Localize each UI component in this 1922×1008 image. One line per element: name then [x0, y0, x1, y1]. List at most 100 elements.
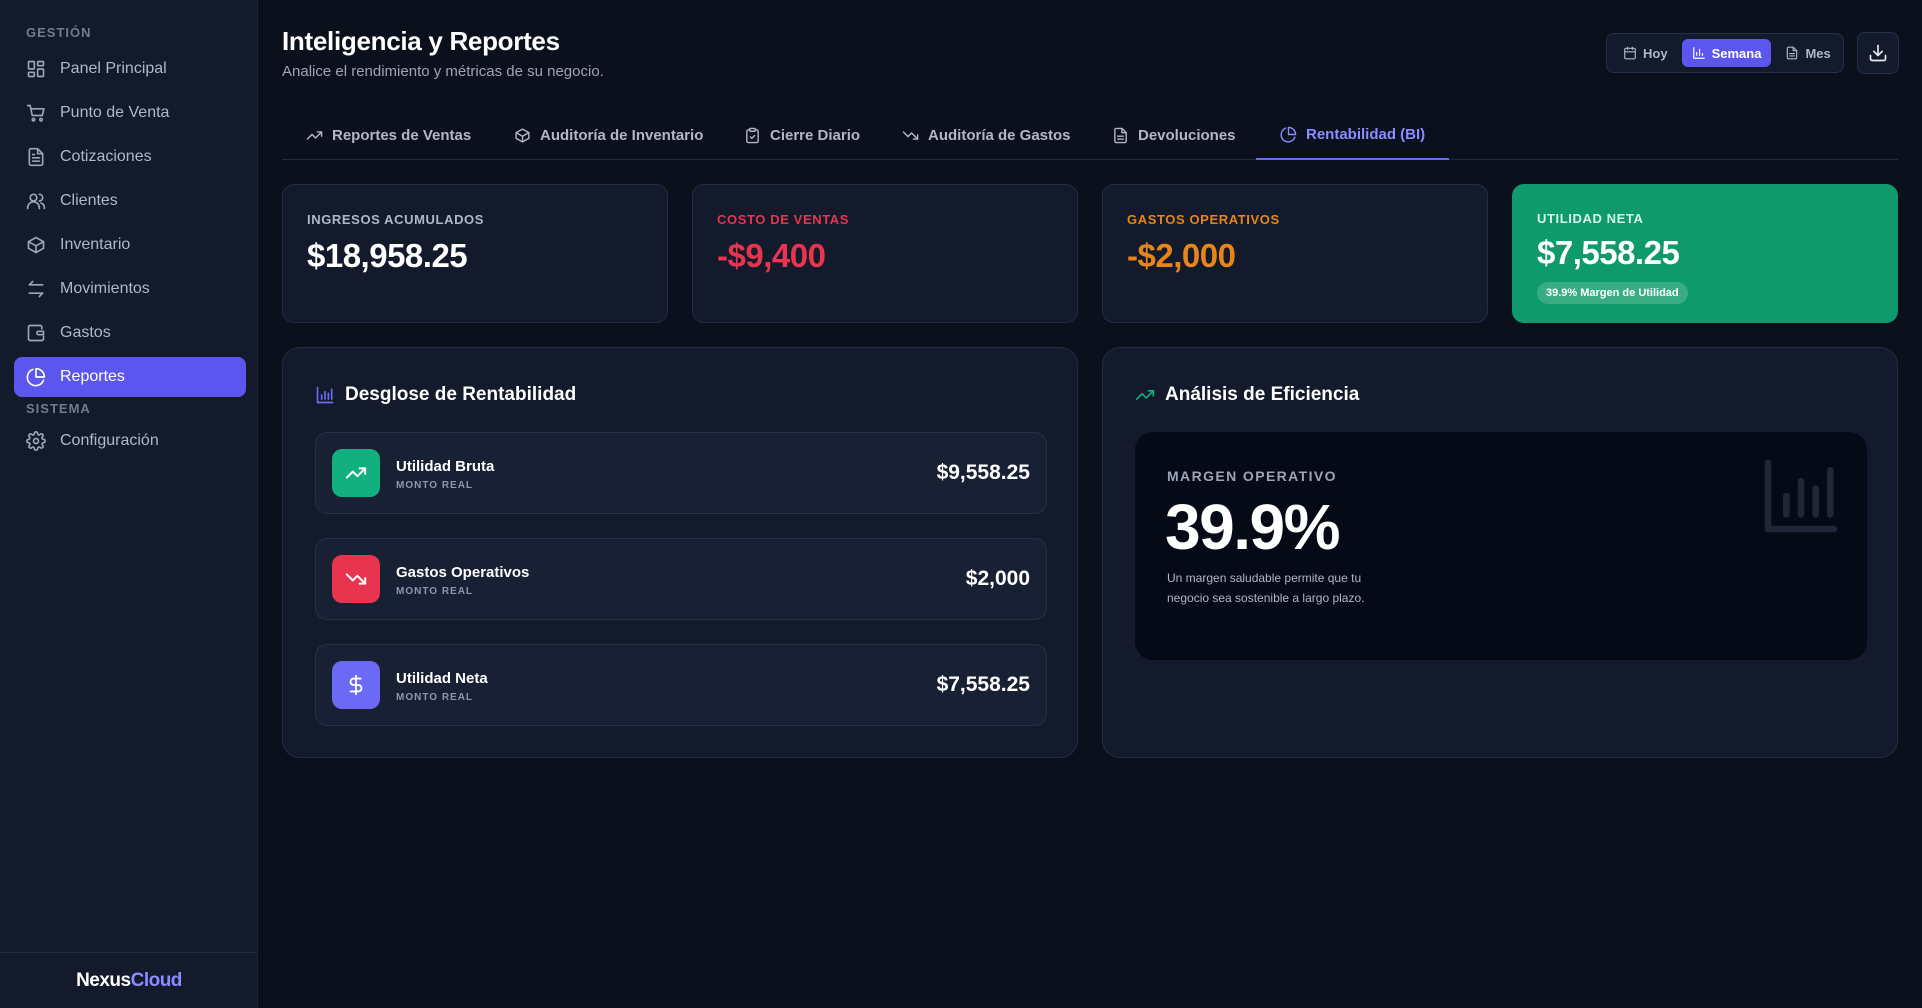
- row-icon-box: [332, 555, 380, 603]
- tab-label: Auditoría de Inventario: [540, 126, 704, 144]
- kpi-gastos-label: GASTOS OPERATIVOS: [1127, 212, 1280, 227]
- row-amount: $9,558.25: [936, 461, 1030, 484]
- operating-margin-note: Un margen saludable permite que tu negoc…: [1167, 571, 1365, 605]
- kpi-costo-card: COSTO DE VENTAS -$9,400: [692, 184, 1078, 323]
- sidebar-item-punto-de-venta[interactable]: Punto de Venta: [14, 93, 246, 133]
- brand-part2: Cloud: [130, 969, 183, 991]
- sidebar-item-label: Punto de Venta: [60, 104, 170, 121]
- sidebar-item-label: Movimientos: [60, 280, 150, 297]
- efficiency-title-text: Análisis de Eficiencia: [1165, 384, 1360, 405]
- sidebar-item-panel-principal[interactable]: Panel Principal: [14, 49, 246, 89]
- wallet-icon: [27, 324, 45, 342]
- kpi-ingresos-card: INGRESOS ACUMULADOS $18,958.25: [282, 184, 668, 323]
- range-month-button[interactable]: Mes: [1775, 39, 1840, 67]
- row-sub: MONTO REAL: [396, 586, 474, 597]
- sidebar-item-label: Clientes: [60, 192, 118, 209]
- breakdown-row-utilidad-bruta: Utilidad Bruta MONTO REAL $9,558.25: [315, 432, 1047, 514]
- range-month-label: Mes: [1805, 45, 1831, 61]
- operating-margin-box: MARGEN OPERATIVO 39.9% Un margen saludab…: [1135, 432, 1867, 660]
- row-sub: MONTO REAL: [396, 480, 474, 491]
- clipboard-icon: [746, 127, 759, 143]
- trending-up-icon: [306, 130, 323, 140]
- page-title: Inteligencia y Reportes: [282, 26, 560, 56]
- tab-auditoria-inventario[interactable]: Auditoría de Inventario: [514, 110, 703, 160]
- arrows-icon: [28, 280, 44, 298]
- sidebar-item-label: Panel Principal: [60, 60, 167, 77]
- tab-label: Reportes de Ventas: [332, 126, 472, 144]
- sidebar-item-label: Cotizaciones: [60, 148, 152, 165]
- tab-devoluciones[interactable]: Devoluciones: [1112, 110, 1236, 160]
- trending-down-icon: [345, 573, 367, 585]
- row-sub: MONTO REAL: [396, 692, 474, 703]
- sidebar-item-clientes[interactable]: Clientes: [14, 181, 246, 221]
- download-icon: [1869, 44, 1887, 62]
- tab-auditoria-gastos[interactable]: Auditoría de Gastos: [902, 110, 1071, 160]
- breakdown-row-gastos-operativos: Gastos Operativos MONTO REAL $2,000: [315, 538, 1047, 620]
- page-subtitle: Analice el rendimiento y métricas de su …: [282, 63, 604, 80]
- sidebar-item-label: Gastos: [60, 324, 111, 341]
- trending-up-icon: [1135, 390, 1155, 400]
- report-tabs: Reportes de Ventas Auditoría de Inventar…: [282, 110, 1898, 160]
- row-name: Utilidad Neta: [396, 670, 488, 687]
- breakdown-row-utilidad-neta: Utilidad Neta MONTO REAL $7,558.25: [315, 644, 1047, 726]
- sidebar-item-label: Reportes: [60, 368, 125, 385]
- range-today-label: Hoy: [1643, 45, 1668, 61]
- download-button[interactable]: [1857, 32, 1899, 74]
- bar-chart-icon: [1692, 47, 1705, 59]
- sidebar-item-label: Inventario: [60, 236, 131, 253]
- kpi-costo-value: -$9,400: [717, 237, 826, 274]
- tab-cierre-diario[interactable]: Cierre Diario: [744, 110, 860, 160]
- tab-label: Cierre Diario: [770, 126, 861, 144]
- brand-part1: Nexus: [76, 969, 131, 991]
- brand-logo: Nexus Cloud: [0, 952, 258, 1008]
- dollar-icon: [349, 674, 363, 696]
- trending-up-icon: [345, 467, 367, 479]
- sidebar-item-gastos[interactable]: Gastos: [14, 313, 246, 353]
- kpi-gastos-value: -$2,000: [1127, 237, 1236, 274]
- kpi-ingresos-value: $18,958.25: [307, 237, 468, 274]
- pie-chart-icon: [1280, 126, 1297, 143]
- document-icon: [28, 147, 44, 167]
- sidebar-section-gestion: GESTIÓN: [26, 25, 92, 40]
- tab-reportes-ventas[interactable]: Reportes de Ventas: [306, 110, 471, 160]
- row-icon-box: [332, 449, 380, 497]
- range-week-button[interactable]: Semana: [1681, 39, 1772, 67]
- kpi-ingresos-label: INGRESOS ACUMULADOS: [307, 212, 485, 227]
- kpi-costo-label: COSTO DE VENTAS: [717, 212, 850, 227]
- range-today-button[interactable]: Hoy: [1613, 39, 1678, 67]
- operating-margin-value: 39.9%: [1165, 491, 1340, 563]
- bar-chart-icon: [316, 386, 334, 404]
- breakdown-title-text: Desglose de Rentabilidad: [345, 384, 577, 405]
- box-icon: [27, 236, 45, 254]
- tab-rentabilidad[interactable]: Rentabilidad (BI): [1256, 110, 1450, 160]
- bar-chart-icon: [1764, 459, 1838, 533]
- box-icon: [515, 127, 530, 143]
- kpi-utilidad-card: UTILIDAD NETA $7,558.25 39.9% Margen de …: [1512, 184, 1898, 323]
- sidebar-item-movimientos[interactable]: Movimientos: [14, 269, 246, 309]
- kpi-utilidad-value: $7,558.25: [1537, 234, 1680, 271]
- row-icon-box: [332, 661, 380, 709]
- sidebar-item-cotizaciones[interactable]: Cotizaciones: [14, 137, 246, 177]
- row-amount: $7,558.25: [936, 673, 1030, 696]
- tab-label: Devoluciones: [1138, 126, 1236, 144]
- margin-badge: 39.9% Margen de Utilidad: [1537, 282, 1688, 304]
- date-range-selector: Hoy Semana Mes: [1606, 33, 1844, 73]
- calendar-icon: [1624, 46, 1636, 60]
- row-name: Utilidad Bruta: [396, 458, 495, 475]
- gear-icon: [26, 431, 46, 451]
- sidebar-item-reportes[interactable]: Reportes: [14, 357, 246, 397]
- document-icon: [1787, 46, 1798, 60]
- sidebar-item-configuracion[interactable]: Configuración: [14, 421, 246, 461]
- trending-down-icon: [902, 130, 919, 140]
- range-week-label: Semana: [1711, 45, 1762, 61]
- sidebar-item-label: Configuración: [60, 432, 159, 449]
- sidebar-section-sistema: SISTEMA: [26, 401, 91, 416]
- operating-margin-label: MARGEN OPERATIVO: [1167, 468, 1337, 484]
- pie-chart-icon: [26, 367, 46, 387]
- kpi-utilidad-label: UTILIDAD NETA: [1537, 211, 1644, 226]
- row-name: Gastos Operativos: [396, 564, 530, 581]
- sidebar-item-inventario[interactable]: Inventario: [14, 225, 246, 265]
- breakdown-panel: Desglose de Rentabilidad Utilidad Bruta …: [282, 347, 1078, 758]
- kpi-gastos-card: GASTOS OPERATIVOS -$2,000: [1102, 184, 1488, 323]
- sidebar: GESTIÓN Panel Principal Punto de Venta C…: [0, 0, 258, 1008]
